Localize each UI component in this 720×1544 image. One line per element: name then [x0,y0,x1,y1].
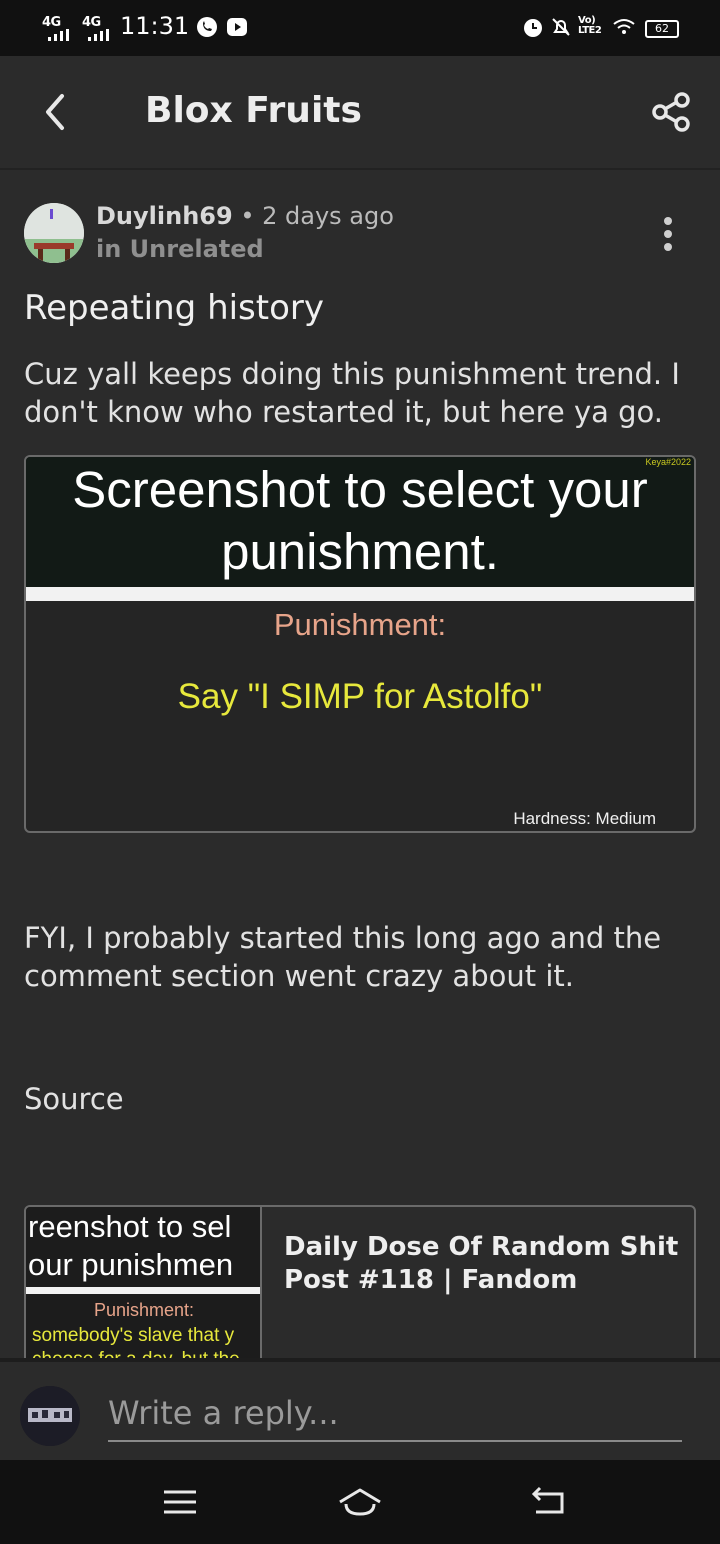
back-arrow-icon[interactable] [36,92,76,132]
menu-icon[interactable] [158,1482,202,1522]
youtube-icon [227,18,247,36]
signal-indicator-1: 4G [42,15,61,30]
signal-bars-icon [88,29,109,41]
post-timestamp: 2 days ago [262,202,394,230]
call-icon [197,17,217,37]
battery-icon: 62 [645,20,679,38]
thumb-text-1: somebody's slave that y [32,1325,235,1346]
volte-label: Vo) LTE2 [578,15,602,36]
thumb-divider [26,1287,260,1294]
clock: 11:31 [120,12,190,40]
post-category[interactable]: in Unrelated [96,235,264,263]
thumb-label: Punishment: [93,1300,195,1320]
status-bar: 4G 4G 11:31 Vo) LTE2 62 [0,0,720,56]
back-icon[interactable] [528,1482,572,1522]
meme-hardness: Hardness: Medium [513,809,656,828]
post-body-paragraph-1: Cuz yall keeps doing this punishment tre… [24,357,680,429]
post-image[interactable]: Screenshot to select your punishment. Ke… [24,455,696,833]
meme-watermark: Keya#2022 [645,457,691,467]
home-icon[interactable] [338,1482,382,1522]
page-title: Blox Fruits [145,90,362,131]
more-options-icon[interactable] [654,214,682,254]
share-icon[interactable] [650,90,694,134]
mute-bell-icon [552,18,570,36]
post-author-line: Duylinh69 • 2 days ago [96,202,394,230]
meme-header: Screenshot to select your punishment. [26,457,694,587]
author-avatar[interactable] [24,203,84,263]
thumb-line-1: reenshot to sel [28,1209,232,1244]
system-nav-bar [0,1460,720,1544]
app-bar: Blox Fruits [0,56,720,168]
thumb-line-2: our punishmen [28,1247,234,1282]
alarm-icon [524,19,542,37]
post-title: Repeating history [24,288,325,328]
separator-dot: • [240,202,255,230]
link-title: Daily Dose Of Random Shit Post #118 | Fa… [284,1232,679,1295]
meme-punishment-label: Punishment: [273,607,447,642]
meme-punishment-text: Say "I SIMP for Astolfo" [177,677,543,716]
app-bar-divider [0,168,720,170]
source-label: Source [24,1082,124,1116]
post-body-paragraph-2: FYI, I probably started this long ago an… [24,921,662,993]
reply-input[interactable]: Write a reply... [108,1392,682,1442]
wifi-icon [613,19,635,34]
author-name[interactable]: Duylinh69 [96,202,233,230]
user-avatar[interactable] [20,1386,80,1446]
signal-indicator-2: 4G [82,15,101,30]
reply-bar: Write a reply... [0,1358,720,1460]
meme-divider [26,587,694,601]
signal-bars-icon [48,29,69,41]
